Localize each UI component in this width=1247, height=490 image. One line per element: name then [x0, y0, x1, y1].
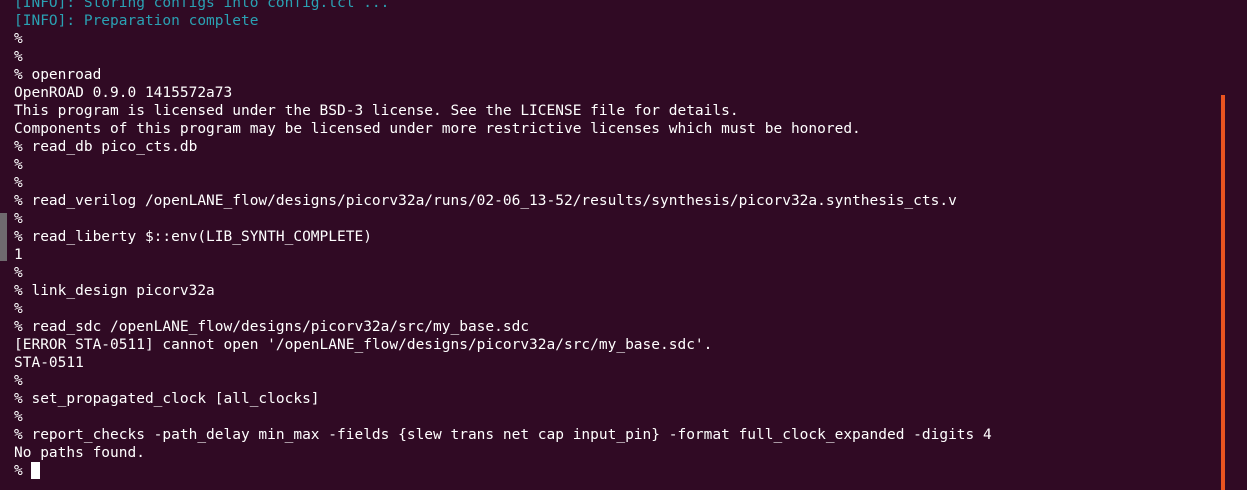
terminal-line: STA-0511	[14, 355, 84, 371]
terminal-prompt-line[interactable]: %	[14, 462, 992, 480]
terminal-line: %	[14, 409, 23, 425]
terminal-line: Components of this program may be licens…	[14, 121, 861, 137]
terminal-line: %	[14, 175, 23, 191]
scrollbar-track[interactable]	[1221, 0, 1247, 490]
window-edge-handle	[0, 213, 7, 261]
scrollbar-thumb[interactable]	[1221, 95, 1225, 490]
terminal-line: % read_db pico_cts.db	[14, 139, 198, 155]
terminal-line: % link_design picorv32a	[14, 283, 215, 299]
terminal-output: [INFO]: Storing configs into config.tcl …	[14, 0, 992, 480]
terminal-line: %	[14, 373, 23, 389]
terminal-line: % read_verilog /openLANE_flow/designs/pi…	[14, 193, 957, 209]
terminal-window[interactable]: [INFO]: Storing configs into config.tcl …	[0, 0, 1247, 490]
terminal-line: % report_checks -path_delay min_max -fie…	[14, 427, 992, 443]
terminal-line: % openroad	[14, 67, 102, 83]
terminal-line: This program is licensed under the BSD-3…	[14, 103, 739, 119]
terminal-line: %	[14, 49, 23, 65]
text-cursor	[31, 462, 41, 479]
terminal-line: % read_liberty $::env(LIB_SYNTH_COMPLETE…	[14, 229, 372, 245]
terminal-line: No paths found.	[14, 445, 145, 461]
terminal-line: %	[14, 31, 23, 47]
terminal-line: %	[14, 265, 23, 281]
terminal-line: [INFO]: Storing configs into config.tcl …	[14, 0, 390, 11]
terminal-line: [INFO]: Preparation complete	[14, 13, 259, 29]
terminal-line: 1	[14, 247, 23, 263]
terminal-line: %	[14, 301, 23, 317]
terminal-line: OpenROAD 0.9.0 1415572a73	[14, 85, 233, 101]
terminal-line: % set_propagated_clock [all_clocks]	[14, 391, 320, 407]
terminal-line: [ERROR STA-0511] cannot open '/openLANE_…	[14, 337, 713, 353]
terminal-line: % read_sdc /openLANE_flow/designs/picorv…	[14, 319, 530, 335]
terminal-line: %	[14, 211, 23, 227]
prompt-symbol: %	[14, 463, 32, 479]
terminal-line: %	[14, 157, 23, 173]
